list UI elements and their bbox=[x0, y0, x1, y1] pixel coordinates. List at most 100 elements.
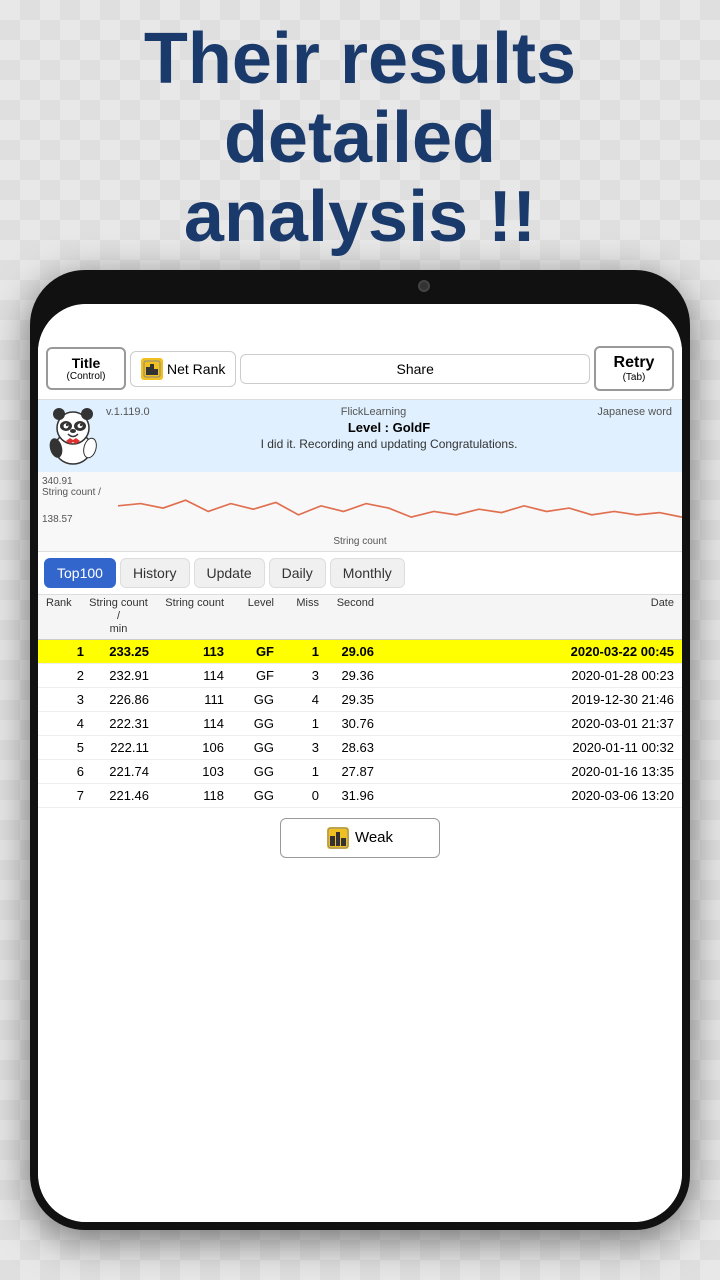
appname-text: FlickLearning bbox=[341, 406, 406, 418]
cell-second: 31.96 bbox=[321, 788, 376, 803]
cell-scm: 226.86 bbox=[86, 692, 151, 707]
congrats-text: I did it. Recording and updating Congrat… bbox=[106, 437, 672, 451]
chart-y-label: String count / bbox=[42, 487, 101, 498]
retry-label: Retry bbox=[614, 354, 655, 371]
col-level-header: Level bbox=[226, 597, 276, 637]
cell-miss: 4 bbox=[276, 692, 321, 707]
retry-button[interactable]: Retry (Tab) bbox=[594, 346, 674, 391]
cell-rank: 6 bbox=[44, 764, 86, 779]
cell-second: 28.63 bbox=[321, 740, 376, 755]
cell-sc: 103 bbox=[151, 764, 226, 779]
cell-sc: 113 bbox=[151, 644, 226, 659]
table-row: 2 232.91 114 GF 3 29.36 2020-01-28 00:23 bbox=[38, 664, 682, 688]
table-header: Rank String count /min String count Leve… bbox=[38, 595, 682, 640]
col-date-header: Date bbox=[376, 597, 676, 637]
cell-rank: 2 bbox=[44, 668, 86, 683]
table-row: 7 221.46 118 GG 0 31.96 2020-03-06 13:20 bbox=[38, 784, 682, 808]
weak-button[interactable]: Weak bbox=[280, 818, 440, 858]
screen-content: Title (Control) Net Rank Share Retry (Ta… bbox=[38, 304, 682, 1222]
cell-scm: 222.11 bbox=[86, 740, 151, 755]
cell-level: GF bbox=[226, 644, 276, 659]
cell-date: 2020-01-11 00:32 bbox=[376, 740, 676, 755]
info-center-block: v.1.119.0 FlickLearning Japanese word Le… bbox=[106, 406, 672, 466]
cell-scm: 221.74 bbox=[86, 764, 151, 779]
tab-update[interactable]: Update bbox=[194, 558, 265, 588]
chart-area: 340.91 String count / 138.57 String coun… bbox=[38, 472, 682, 552]
toolbar: Title (Control) Net Rank Share Retry (Ta… bbox=[38, 338, 682, 400]
col-miss-header: Miss bbox=[276, 597, 321, 637]
chart-y-bottom: 138.57 bbox=[42, 514, 101, 525]
tabs-bar: Top100 History Update Daily Monthly bbox=[38, 552, 682, 595]
title-sub: (Control) bbox=[58, 371, 114, 382]
cell-miss: 1 bbox=[276, 644, 321, 659]
netrank-button[interactable]: Net Rank bbox=[130, 351, 236, 387]
cell-sc: 118 bbox=[151, 788, 226, 803]
title-label: Title bbox=[72, 355, 101, 371]
cell-date: 2019-12-30 21:46 bbox=[376, 692, 676, 707]
phone-notch bbox=[250, 270, 470, 304]
cell-miss: 0 bbox=[276, 788, 321, 803]
cell-scm: 221.46 bbox=[86, 788, 151, 803]
cell-sc: 114 bbox=[151, 716, 226, 731]
cell-date: 2020-01-16 13:35 bbox=[376, 764, 676, 779]
retry-sub: (Tab) bbox=[606, 372, 662, 383]
col-second-header: Second bbox=[321, 597, 376, 637]
cell-date: 2020-01-28 00:23 bbox=[376, 668, 676, 683]
panda-mascot bbox=[48, 406, 98, 466]
share-button[interactable]: Share bbox=[240, 354, 590, 384]
cell-scm: 233.25 bbox=[86, 644, 151, 659]
cell-sc: 114 bbox=[151, 668, 226, 683]
phone-screen: Title (Control) Net Rank Share Retry (Ta… bbox=[38, 304, 682, 1222]
weak-icon bbox=[327, 827, 349, 849]
tab-daily[interactable]: Daily bbox=[269, 558, 326, 588]
cell-miss: 3 bbox=[276, 740, 321, 755]
share-label: Share bbox=[397, 361, 434, 377]
cell-rank: 3 bbox=[44, 692, 86, 707]
header-section: Their results detailed analysis !! bbox=[0, 20, 720, 258]
cell-level: GF bbox=[226, 668, 276, 683]
chart-svg bbox=[118, 472, 682, 540]
cell-rank: 5 bbox=[44, 740, 86, 755]
chart-y-labels: 340.91 String count / 138.57 bbox=[42, 476, 101, 525]
subject-text: Japanese word bbox=[597, 406, 672, 418]
version-text: v.1.119.0 bbox=[106, 406, 150, 418]
cell-sc: 106 bbox=[151, 740, 226, 755]
cell-date: 2020-03-01 21:37 bbox=[376, 716, 676, 731]
title-button[interactable]: Title (Control) bbox=[46, 347, 126, 390]
cell-level: GG bbox=[226, 740, 276, 755]
cell-second: 30.76 bbox=[321, 716, 376, 731]
col-sc-header: String count bbox=[151, 597, 226, 637]
table-row: 1 233.25 113 GF 1 29.06 2020-03-22 00:45 bbox=[38, 640, 682, 664]
header-title: Their results detailed analysis !! bbox=[0, 20, 720, 258]
tab-top100[interactable]: Top100 bbox=[44, 558, 116, 588]
cell-level: GG bbox=[226, 692, 276, 707]
chart-y-top: 340.91 bbox=[42, 476, 101, 487]
table-row: 3 226.86 111 GG 4 29.35 2019-12-30 21:46 bbox=[38, 688, 682, 712]
table-row: 5 222.11 106 GG 3 28.63 2020-01-11 00:32 bbox=[38, 736, 682, 760]
info-bar: v.1.119.0 FlickLearning Japanese word Le… bbox=[38, 400, 682, 472]
cell-second: 27.87 bbox=[321, 764, 376, 779]
table-body: 1 233.25 113 GF 1 29.06 2020-03-22 00:45… bbox=[38, 640, 682, 808]
netrank-label: Net Rank bbox=[167, 361, 225, 377]
cell-rank: 7 bbox=[44, 788, 86, 803]
weak-label: Weak bbox=[355, 829, 393, 846]
phone-frame: Title (Control) Net Rank Share Retry (Ta… bbox=[30, 270, 690, 1230]
cell-level: GG bbox=[226, 764, 276, 779]
tab-history[interactable]: History bbox=[120, 558, 190, 588]
cell-second: 29.36 bbox=[321, 668, 376, 683]
cell-scm: 232.91 bbox=[86, 668, 151, 683]
cell-date: 2020-03-22 00:45 bbox=[376, 644, 676, 659]
cell-miss: 3 bbox=[276, 668, 321, 683]
cell-rank: 1 bbox=[44, 644, 86, 659]
cell-date: 2020-03-06 13:20 bbox=[376, 788, 676, 803]
cell-second: 29.35 bbox=[321, 692, 376, 707]
cell-level: GG bbox=[226, 788, 276, 803]
cell-rank: 4 bbox=[44, 716, 86, 731]
cell-scm: 222.31 bbox=[86, 716, 151, 731]
camera-icon bbox=[418, 280, 430, 292]
cell-miss: 1 bbox=[276, 764, 321, 779]
cell-level: GG bbox=[226, 716, 276, 731]
cell-miss: 1 bbox=[276, 716, 321, 731]
tab-monthly[interactable]: Monthly bbox=[330, 558, 405, 588]
netrank-icon bbox=[141, 358, 163, 380]
